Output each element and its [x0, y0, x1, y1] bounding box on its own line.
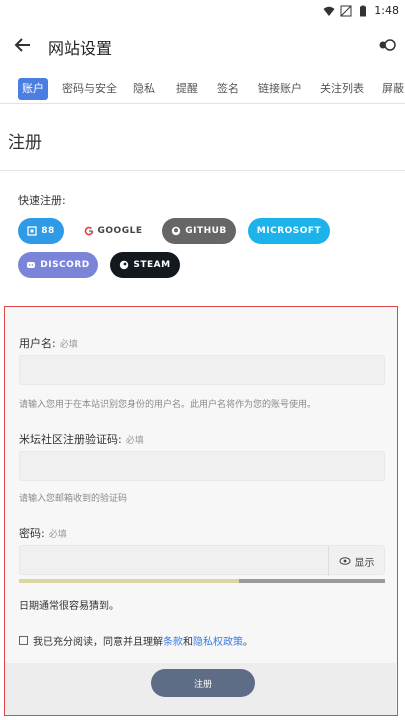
sso-steam-button[interactable]: STEAM: [110, 252, 180, 278]
sso-google-button[interactable]: GOOGLE: [76, 218, 150, 244]
tab-password-security[interactable]: 密码与安全: [58, 78, 121, 100]
show-password-button[interactable]: 显示: [328, 546, 384, 576]
code-label: 米坛社区注册验证码: 必填: [19, 433, 144, 446]
sso-microsoft-button[interactable]: MICROSOFT: [248, 218, 330, 244]
steam-icon: [120, 260, 129, 270]
status-time: 1:48: [374, 4, 399, 17]
required-tag: 必填: [125, 436, 144, 446]
tab-linked-accounts[interactable]: 链接账户: [254, 78, 306, 100]
register-button[interactable]: 注册: [151, 669, 255, 697]
tab-signature[interactable]: 签名: [213, 78, 243, 100]
username-label: 用户名: 必填: [19, 337, 78, 350]
agree-checkbox[interactable]: [19, 636, 28, 645]
privacy-policy-link[interactable]: 隐私权政策: [193, 637, 243, 648]
eye-icon: [339, 557, 350, 565]
terms-link[interactable]: 条款: [163, 637, 183, 648]
username-input[interactable]: [19, 355, 385, 385]
username-help: 请输入您用于在本站识别您身份的用户名。此用户名将作为您的账号使用。: [19, 400, 317, 410]
sso-github-button[interactable]: GITHUB: [162, 218, 236, 244]
tab-account[interactable]: 账户: [18, 78, 48, 100]
status-bar: 1:48: [0, 0, 405, 24]
section-title: 注册: [8, 133, 42, 153]
signal-icon: [340, 5, 352, 16]
quick-register-label: 快速注册:: [18, 194, 66, 207]
password-strength-text: 日期通常很容易猜到。: [19, 601, 119, 612]
sso-88-button[interactable]: 88: [18, 218, 64, 244]
88-icon: [27, 226, 37, 236]
page-title: 网站设置: [48, 39, 113, 58]
password-label: 密码: 必填: [19, 527, 67, 540]
password-strength-meter: [19, 579, 385, 583]
discord-icon: [27, 262, 36, 268]
arrow-left-icon[interactable]: [12, 34, 34, 56]
sso-discord-button[interactable]: DISCORD: [18, 252, 98, 278]
verification-code-input[interactable]: [19, 451, 385, 481]
app-bar: 网站设置: [0, 24, 405, 68]
password-strength-fill: [19, 579, 239, 583]
divider: [0, 170, 405, 171]
agree-row: 我已充分阅读，同意并且理解条款和隐私权政策。: [19, 633, 253, 648]
tab-following[interactable]: 关注列表: [316, 78, 368, 100]
code-help: 请输入您邮箱收到的验证码: [19, 494, 128, 504]
registration-form: 用户名: 必填 请输入您用于在本站识别您身份的用户名。此用户名将作为您的账号使用。…: [4, 306, 398, 716]
password-input[interactable]: 显示: [19, 545, 385, 576]
required-tag: 必填: [59, 340, 78, 350]
wifi-icon: [323, 6, 335, 16]
toggle-icon[interactable]: [377, 37, 397, 53]
google-icon: [84, 226, 93, 236]
tab-ignored[interactable]: 屏蔽: [378, 78, 405, 100]
battery-icon: [360, 5, 367, 16]
github-icon: [172, 226, 181, 236]
tab-alerts[interactable]: 提醒: [172, 78, 202, 100]
required-tag: 必填: [48, 530, 67, 540]
settings-tabs: 账户 密码与安全 隐私 提醒 签名 链接账户 关注列表 屏蔽: [0, 72, 405, 104]
tab-privacy[interactable]: 隐私: [129, 78, 159, 100]
